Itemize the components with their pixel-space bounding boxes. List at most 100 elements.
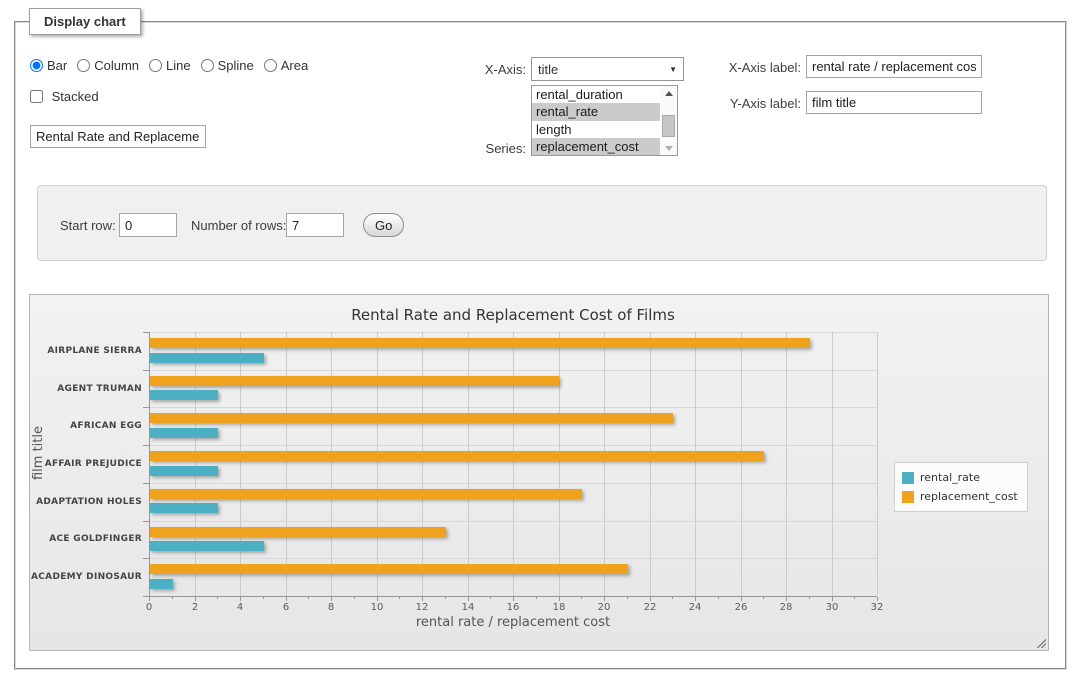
bar-replacement_cost-african-egg — [150, 413, 673, 423]
grid-line-vertical — [650, 332, 651, 596]
stacked-label: Stacked — [52, 89, 99, 104]
chart-type-option-label: Column — [94, 58, 139, 73]
scrollbar-thumb[interactable] — [662, 115, 675, 137]
grid-line-vertical — [604, 332, 605, 596]
start-row-input[interactable] — [119, 213, 177, 237]
x-tick-label: 8 — [311, 602, 351, 613]
x-tick-label: 28 — [766, 602, 806, 613]
x-tick-mark — [559, 597, 560, 601]
chart-type-radio-area[interactable] — [264, 59, 277, 72]
go-button[interactable]: Go — [363, 213, 404, 237]
x-tick-mark — [240, 597, 241, 601]
x-tick-label: 30 — [812, 602, 852, 613]
grid-line-vertical — [741, 332, 742, 596]
x-tick-label: 32 — [857, 602, 897, 613]
category-label: ACADEMY DINOSAUR — [30, 572, 142, 582]
x-tick-mark — [399, 597, 400, 599]
y-tick-mark — [143, 445, 149, 446]
y-tick-mark — [143, 407, 149, 408]
bar-replacement_cost-affair-prejudice — [150, 451, 764, 461]
stacked-checkbox[interactable] — [30, 90, 43, 103]
x-tick-label: 14 — [448, 602, 488, 613]
chart-type-radio-line[interactable] — [149, 59, 162, 72]
series-listbox-items: rental_durationrental_ratelengthreplacem… — [532, 86, 660, 155]
grid-line-vertical — [286, 332, 287, 596]
x-tick-mark — [786, 597, 787, 601]
x-tick-mark — [422, 597, 423, 601]
chart-type-option-line[interactable]: Line — [149, 58, 191, 73]
x-tick-mark — [627, 597, 628, 599]
x-tick-label: 4 — [220, 602, 260, 613]
chart-type-option-label: Bar — [47, 58, 67, 73]
chart-type-option-label: Area — [281, 58, 308, 73]
bar-rental_rate-affair-prejudice — [150, 466, 218, 476]
legend-item-rental_rate[interactable]: rental_rate — [902, 468, 1018, 487]
chart-title-input[interactable] — [30, 125, 206, 148]
x-tick-label: 22 — [630, 602, 670, 613]
bar-replacement_cost-academy-dinosaur — [150, 564, 628, 574]
series-scrollbar[interactable] — [660, 86, 677, 155]
x-tick-mark — [195, 597, 196, 601]
number-of-rows-label: Number of rows: — [191, 218, 286, 233]
resize-handle-icon[interactable] — [1035, 637, 1046, 648]
x-tick-mark — [832, 597, 833, 601]
bar-replacement_cost-adaptation-holes — [150, 489, 582, 499]
fieldset-legend: Display chart — [29, 8, 141, 35]
x-tick-label: 6 — [266, 602, 306, 613]
grid-line-vertical — [786, 332, 787, 596]
chart-type-option-column[interactable]: Column — [77, 58, 139, 73]
x-tick-mark — [354, 597, 355, 599]
grid-line-vertical — [695, 332, 696, 596]
grid-line-vertical — [468, 332, 469, 596]
chart-type-radio-spline[interactable] — [201, 59, 214, 72]
scroll-down-button[interactable] — [660, 141, 677, 155]
chart-container: Rental Rate and Replacement Cost of Film… — [29, 294, 1049, 651]
x-axis-label-input[interactable] — [806, 55, 982, 78]
chart-type-option-area[interactable]: Area — [264, 58, 308, 73]
x-axis-select[interactable]: title ▼ — [531, 57, 684, 81]
grid-line-vertical — [422, 332, 423, 596]
series-option-length[interactable]: length — [532, 121, 660, 138]
x-axis-select-label: X-Axis: — [455, 62, 526, 77]
y-axis-line — [149, 332, 150, 597]
x-tick-label: 20 — [584, 602, 624, 613]
y-tick-mark — [143, 332, 149, 333]
stacked-checkbox-row[interactable]: Stacked — [30, 89, 99, 104]
x-tick-mark — [877, 597, 878, 601]
legend-item-label: rental_rate — [920, 471, 980, 484]
legend-item-label: replacement_cost — [920, 490, 1018, 503]
series-option-rental_rate[interactable]: rental_rate — [532, 103, 660, 120]
x-tick-mark — [308, 597, 309, 599]
x-tick-mark — [581, 597, 582, 599]
chart-type-radio-column[interactable] — [77, 59, 90, 72]
x-tick-mark — [650, 597, 651, 601]
series-option-replacement_cost[interactable]: replacement_cost — [532, 138, 660, 155]
scroll-down-icon — [665, 146, 673, 151]
x-tick-mark — [263, 597, 264, 599]
chart-type-radios: Bar Column Line Spline Area — [30, 58, 318, 73]
x-tick-mark — [809, 597, 810, 599]
legend-item-replacement_cost[interactable]: replacement_cost — [902, 487, 1018, 506]
series-listbox[interactable]: rental_durationrental_ratelengthreplacem… — [531, 85, 678, 156]
x-tick-mark — [331, 597, 332, 601]
grid-line-vertical — [832, 332, 833, 596]
x-axis-title: rental rate / replacement cost — [149, 615, 877, 630]
x-tick-mark — [604, 597, 605, 601]
chart-type-option-bar[interactable]: Bar — [30, 58, 67, 73]
category-label: AIRPLANE SIERRA — [30, 346, 142, 356]
y-tick-mark — [143, 483, 149, 484]
grid-line-vertical — [559, 332, 560, 596]
number-of-rows-input[interactable] — [286, 213, 344, 237]
dropdown-arrow-icon: ▼ — [669, 65, 677, 74]
chart-type-option-spline[interactable]: Spline — [201, 58, 254, 73]
x-tick-mark — [468, 597, 469, 601]
y-axis-label-input[interactable] — [806, 91, 982, 114]
legend-swatch-icon — [902, 491, 914, 503]
x-tick-mark — [718, 597, 719, 599]
grid-line-vertical — [377, 332, 378, 596]
x-tick-mark — [149, 597, 150, 601]
y-tick-mark — [143, 596, 149, 597]
scroll-up-button[interactable] — [660, 86, 677, 100]
series-option-rental_duration[interactable]: rental_duration — [532, 86, 660, 103]
chart-type-radio-bar[interactable] — [30, 59, 43, 72]
